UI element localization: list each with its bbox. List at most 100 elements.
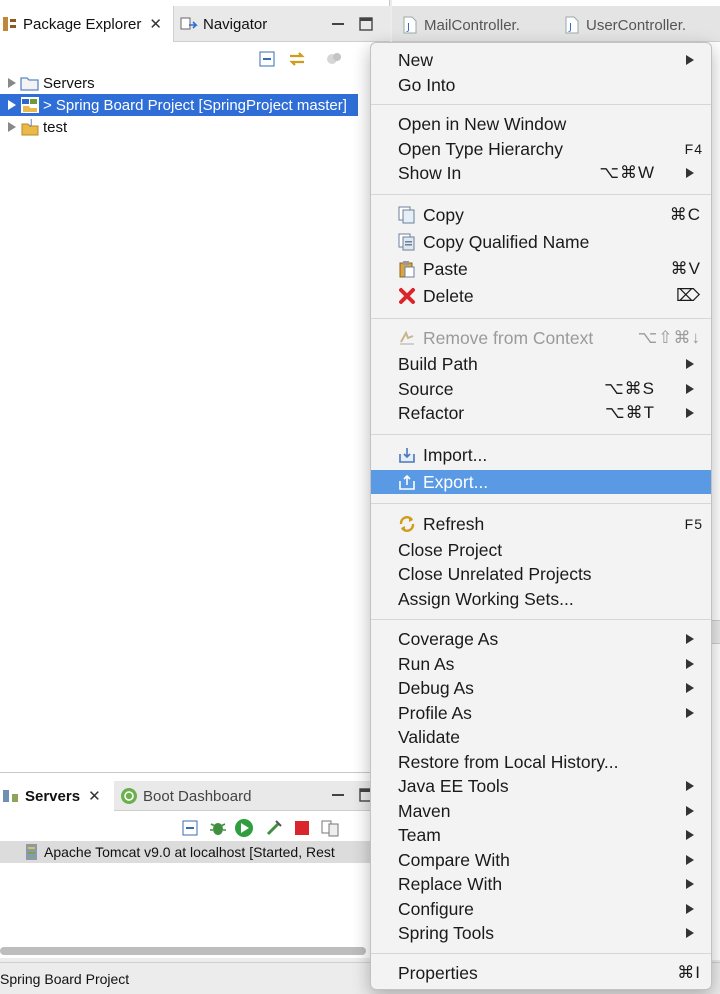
servers-tabbar: Servers ✕ Boot Dashboard <box>0 781 390 811</box>
menu-item-label: Remove from Context <box>423 327 594 348</box>
collapse-all-icon[interactable] <box>182 819 200 837</box>
tree-item-label: > Spring Board Project [SpringProject ma… <box>43 96 347 114</box>
profile-icon[interactable] <box>264 818 284 838</box>
java-project-icon: J <box>20 118 40 136</box>
menu-item-copy[interactable]: Copy ⌘C <box>371 203 711 227</box>
close-icon[interactable]: ✕ <box>88 787 101 805</box>
editor-tab-mailcontroller[interactable]: J MailController. <box>402 10 520 40</box>
menu-item-open-in-new-window[interactable]: Open in New Window <box>371 112 711 136</box>
tab-servers-label: Servers <box>25 787 81 805</box>
java-file-icon: J <box>564 16 580 34</box>
server-entry-tomcat[interactable]: Apache Tomcat v9.0 at localhost [Started… <box>0 841 390 863</box>
menu-item-shortcut: ⌘I <box>677 963 701 982</box>
menu-item-spring-tools[interactable]: Spring Tools <box>371 921 711 945</box>
menu-item-delete[interactable]: Delete ⌦ <box>371 284 711 308</box>
menu-item-compare-with[interactable]: Compare With <box>371 848 711 872</box>
link-with-editor-icon[interactable] <box>287 49 307 69</box>
expand-arrow-icon[interactable] <box>6 121 18 133</box>
menu-item-label: Spring Tools <box>398 922 494 943</box>
tab-package-explorer[interactable]: Package Explorer ✕ <box>0 6 174 42</box>
menu-item-close-project[interactable]: Close Project <box>371 538 711 562</box>
menu-item-label: Validate <box>398 726 460 747</box>
menu-item-build-path[interactable]: Build Path <box>371 352 711 376</box>
tab-package-explorer-label: Package Explorer <box>23 15 142 33</box>
tree-item-servers[interactable]: Servers <box>0 72 370 94</box>
editor-tab-label: MailController. <box>424 16 520 34</box>
menu-item-configure[interactable]: Configure <box>371 897 711 921</box>
menu-item-copy-qualified-name[interactable]: Copy Qualified Name <box>371 230 711 254</box>
submenu-arrow-icon <box>685 633 695 645</box>
menu-item-shortcut: ⌘V <box>670 259 701 278</box>
folder-icon <box>20 74 40 92</box>
tree-item-test[interactable]: J test <box>0 116 370 138</box>
context-menu: New Go Into Open in New Window Open Type… <box>370 42 712 990</box>
focus-icon[interactable] <box>324 49 344 69</box>
tab-servers[interactable]: Servers ✕ <box>0 781 114 811</box>
menu-item-import[interactable]: Import... <box>371 443 711 467</box>
menu-item-label: Java EE Tools <box>398 775 509 796</box>
minimize-icon[interactable] <box>330 16 346 32</box>
submenu-arrow-icon <box>685 829 695 841</box>
submenu-arrow-icon <box>685 383 695 395</box>
editor-tabbar: J MailController. J UserController. <box>392 6 720 42</box>
refresh-icon <box>398 515 416 533</box>
minimize-icon[interactable] <box>330 787 346 803</box>
menu-item-maven[interactable]: Maven <box>371 799 711 823</box>
close-icon[interactable]: ✕ <box>149 15 162 33</box>
tab-navigator[interactable]: Navigator <box>176 6 326 42</box>
servers-icon <box>2 788 20 804</box>
menu-item-show-in[interactable]: Show In ⌥⌘W <box>371 161 711 185</box>
menu-item-label: Restore from Local History... <box>398 751 619 772</box>
menu-item-open-type-hierarchy[interactable]: Open Type Hierarchy F4 <box>371 137 711 161</box>
menu-item-debug-as[interactable]: Debug As <box>371 676 711 700</box>
menu-item-validate[interactable]: Validate <box>371 725 711 749</box>
menu-item-shortcut: ⌥⌘W <box>599 163 655 182</box>
menu-item-run-as[interactable]: Run As <box>371 652 711 676</box>
package-explorer-toolbar <box>0 42 390 74</box>
servers-view: Servers ✕ Boot Dashboard Apache Tomcat v… <box>0 772 390 958</box>
maximize-icon[interactable] <box>358 16 374 32</box>
menu-item-source[interactable]: Source ⌥⌘S <box>371 377 711 401</box>
menu-item-java-ee-tools[interactable]: Java EE Tools <box>371 774 711 798</box>
menu-item-label: Refresh <box>423 513 485 534</box>
menu-item-refresh[interactable]: Refresh F5 <box>371 512 711 536</box>
menu-item-team[interactable]: Team <box>371 823 711 847</box>
horizontal-scrollbar[interactable] <box>0 947 366 955</box>
menu-item-shortcut: ⌥⇧⌘↓ <box>637 328 701 347</box>
start-server-icon[interactable] <box>234 818 254 838</box>
svg-text:J: J <box>29 118 32 127</box>
menu-item-refactor[interactable]: Refactor ⌥⌘T <box>371 401 711 425</box>
menu-item-label: Close Project <box>398 539 503 560</box>
menu-item-label: Import... <box>423 444 488 465</box>
menu-item-label: Replace With <box>398 873 503 894</box>
editor-tab-usercontroller[interactable]: J UserController. <box>564 10 686 40</box>
menu-item-shortcut: F5 <box>684 516 703 532</box>
publish-icon[interactable] <box>320 818 340 838</box>
package-explorer-view: Package Explorer ✕ Navigator Servers > S… <box>0 0 390 772</box>
menu-item-label: Show In <box>398 162 462 183</box>
menu-item-label: Debug As <box>398 677 474 698</box>
maven-project-icon <box>20 96 40 114</box>
expand-arrow-icon[interactable] <box>6 99 18 111</box>
menu-item-go-into[interactable]: Go Into <box>371 73 711 97</box>
menu-item-label: Source <box>398 378 454 399</box>
stop-server-icon[interactable] <box>294 820 310 836</box>
tree-item-spring-board-project[interactable]: > Spring Board Project [SpringProject ma… <box>0 94 358 116</box>
menu-item-restore-from-local-history[interactable]: Restore from Local History... <box>371 750 711 774</box>
menu-item-new[interactable]: New <box>371 48 711 72</box>
menu-item-paste[interactable]: Paste ⌘V <box>371 257 711 281</box>
menu-item-profile-as[interactable]: Profile As <box>371 701 711 725</box>
submenu-arrow-icon <box>685 878 695 890</box>
menu-item-assign-working-sets[interactable]: Assign Working Sets... <box>371 587 711 611</box>
submenu-arrow-icon <box>685 780 695 792</box>
expand-arrow-icon[interactable] <box>6 77 18 89</box>
collapse-all-icon[interactable] <box>258 49 278 69</box>
menu-item-replace-with[interactable]: Replace With <box>371 872 711 896</box>
menu-item-label: Open in New Window <box>398 113 567 134</box>
menu-item-coverage-as[interactable]: Coverage As <box>371 627 711 651</box>
tab-boot-dashboard[interactable]: Boot Dashboard <box>118 781 288 811</box>
menu-item-export[interactable]: Export... <box>371 470 711 494</box>
menu-item-close-unrelated-projects[interactable]: Close Unrelated Projects <box>371 562 711 586</box>
menu-item-properties[interactable]: Properties ⌘I <box>371 961 711 985</box>
debug-icon[interactable] <box>208 818 228 838</box>
